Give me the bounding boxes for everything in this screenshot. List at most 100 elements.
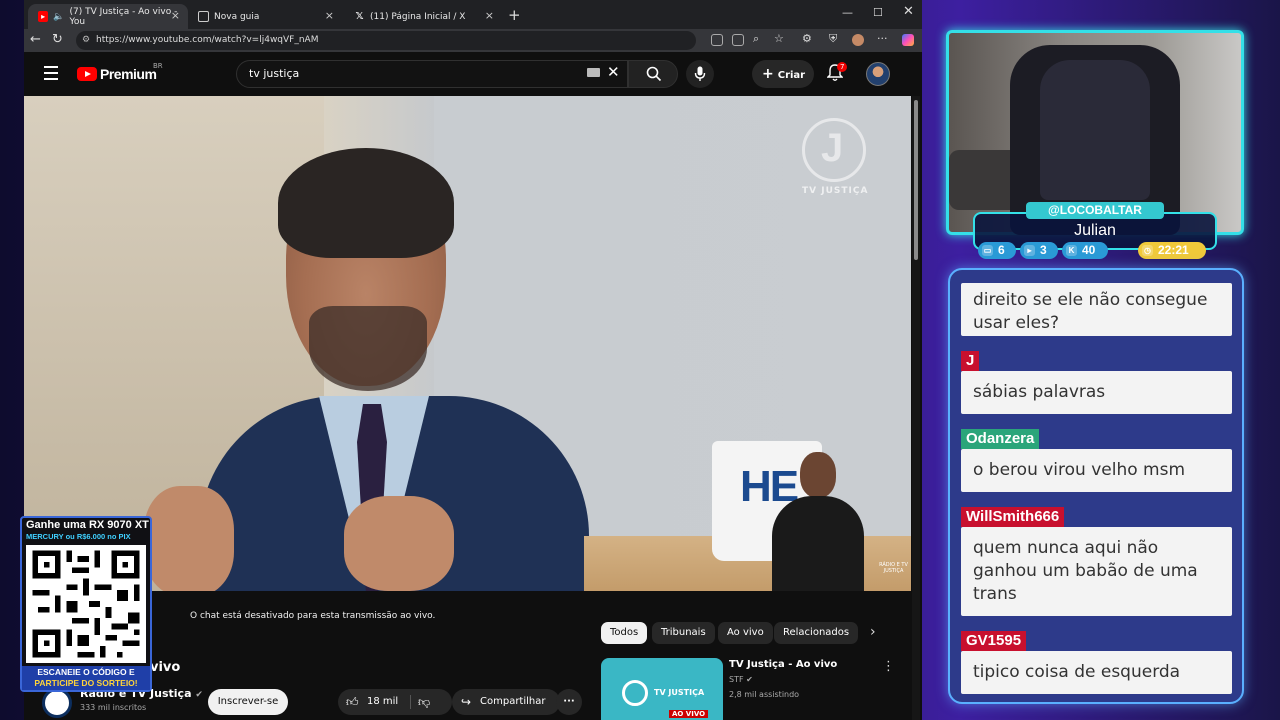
related-video-viewers: 2,8 mil assistindo xyxy=(729,690,800,699)
sign-language-interpreter xyxy=(764,452,868,591)
close-tab-icon[interactable]: × xyxy=(485,9,494,22)
more-menu-icon[interactable]: ··· xyxy=(877,32,888,45)
presenter-beard xyxy=(309,306,427,391)
chat-message-user: GV1595 xyxy=(961,631,1027,651)
tab-title: Nova guia xyxy=(214,11,260,22)
chat-icon: ▭ xyxy=(982,245,993,256)
chip-relacionados[interactable]: Relacionados xyxy=(774,622,859,644)
video-player[interactable]: HE J TV JUSTIÇA RÁDIO E TV JUSTIÇA xyxy=(24,96,911,591)
qr-code xyxy=(26,545,146,663)
chat-message-body: sábias palavras xyxy=(961,371,1232,414)
streamer-handle: @LOCOBALTAR xyxy=(1026,202,1164,219)
chat-message-body: tipico coisa de esquerda xyxy=(961,651,1232,694)
chip-tribunais[interactable]: Tribunais xyxy=(652,622,715,644)
stat-kick: K 40 xyxy=(1062,242,1108,259)
giveaway-cta: ESCANEIE O CÓDIGO E PARTICIPE DO SORTEIO… xyxy=(22,666,150,690)
extension-icon[interactable] xyxy=(711,34,723,46)
minimize-icon[interactable]: — xyxy=(842,6,853,19)
share-button[interactable]: ↪ Compartilhar xyxy=(452,689,560,715)
grid-icon[interactable] xyxy=(732,34,744,46)
search-button[interactable] xyxy=(628,60,678,88)
presenter-right-hand xyxy=(344,496,454,591)
subscribe-button[interactable]: Inscrever-se xyxy=(208,689,288,715)
more-options-icon[interactable]: ⋮ xyxy=(882,659,895,674)
maximize-icon[interactable]: ☐ xyxy=(873,6,883,19)
thumbnail-text: TV JUSTIÇA xyxy=(654,688,705,697)
chip-ao-vivo[interactable]: Ao vivo xyxy=(718,622,773,644)
dislike-button[interactable]: 👎︎ xyxy=(418,689,430,715)
more-actions-button[interactable]: ··· xyxy=(556,689,582,715)
giveaway-cta-line1: ESCANEIE O CÓDIGO E xyxy=(37,667,135,677)
reload-icon[interactable]: ↻ xyxy=(52,32,63,47)
speaker-icon[interactable]: 🔈 xyxy=(53,12,64,22)
youtube-icon: ▸ xyxy=(1024,245,1035,256)
clear-search-icon[interactable]: ✕ xyxy=(607,63,620,81)
streamer-name: Julian xyxy=(1074,222,1116,239)
stat-youtube: ▸ 3 xyxy=(1020,242,1058,259)
chevron-right-icon[interactable]: › xyxy=(870,624,876,640)
like-dislike-group: 👍︎ 18 mil 👎︎ xyxy=(338,689,452,715)
chat-disabled-notice: O chat está desativado para esta transmi… xyxy=(190,611,436,621)
kick-icon: K xyxy=(1066,245,1077,256)
tab-nova-guia[interactable]: Nova guia × xyxy=(188,4,342,29)
tab-tv-justica[interactable]: ▸ 🔈 (7) TV Justiça - Ao vivo - You × xyxy=(28,4,188,29)
divider xyxy=(410,695,411,709)
account-avatar[interactable] xyxy=(866,62,890,86)
profile-avatar-icon[interactable] xyxy=(852,34,864,46)
stat-timer: ◷ 22:21 xyxy=(1138,242,1206,259)
like-button[interactable]: 👍︎ 18 mil xyxy=(338,689,408,715)
close-tab-icon[interactable]: × xyxy=(171,9,180,22)
share-icon: ↪ xyxy=(461,695,472,709)
copilot-icon[interactable] xyxy=(902,34,914,46)
search-icon xyxy=(646,66,662,82)
youtube-play-icon xyxy=(77,67,97,81)
related-video-channel[interactable]: STF ✔ xyxy=(729,675,753,684)
close-window-icon[interactable]: ✕ xyxy=(903,4,914,19)
chat-message-user: J xyxy=(961,351,980,371)
presenter-left-hand xyxy=(144,486,234,591)
related-video-title[interactable]: TV Justiça - Ao vivo xyxy=(729,659,837,670)
tab-x[interactable]: 𝕏 (11) Página Inicial / X × xyxy=(344,4,502,29)
keyboard-icon[interactable] xyxy=(587,68,600,77)
tab-title: (11) Página Inicial / X xyxy=(370,11,466,22)
favorite-star-icon[interactable]: ☆ xyxy=(774,32,784,45)
stat-chat: ▭ 6 xyxy=(978,242,1016,259)
notification-count-badge: 7 xyxy=(837,62,848,72)
verified-icon: ✔ xyxy=(195,690,203,700)
page-scrollbar-thumb[interactable] xyxy=(914,100,918,260)
youtube-logo[interactable]: Premium xyxy=(77,66,157,82)
menu-icon[interactable] xyxy=(44,66,58,84)
extensions-icon[interactable]: ⚙ xyxy=(802,32,812,45)
shield-icon[interactable]: ⛨ xyxy=(829,32,837,46)
browser-window: ▸ 🔈 (7) TV Justiça - Ao vivo - You × Nov… xyxy=(24,0,922,720)
giveaway-headline: Ganhe uma RX 9070 XT xyxy=(26,519,149,531)
small-watermark: RÁDIO E TV JUSTIÇA xyxy=(879,562,908,574)
video-title: vivo xyxy=(150,660,181,675)
x-logo-icon: 𝕏 xyxy=(355,11,364,22)
region-label: BR xyxy=(153,62,163,70)
chat-message-body: o berou virou velho msm xyxy=(961,449,1232,492)
create-button[interactable]: + Criar xyxy=(752,60,814,88)
voice-search-button[interactable] xyxy=(686,60,714,88)
back-icon[interactable]: ← xyxy=(30,32,41,47)
thumbs-up-icon: 👍︎ xyxy=(346,695,359,709)
chat-message-body: direito se ele não consegue usar eles? xyxy=(961,283,1232,336)
close-tab-icon[interactable]: × xyxy=(325,9,334,22)
url-field[interactable]: ⚙ https://www.youtube.com/watch?v=lj4wqV… xyxy=(76,31,696,50)
chat-message-user: WillSmith666 xyxy=(961,507,1065,527)
chip-todos[interactable]: Todos xyxy=(601,622,648,644)
search-input[interactable]: tv justiça xyxy=(236,60,628,88)
page-icon xyxy=(198,11,209,22)
gaming-chair-back xyxy=(1040,60,1150,200)
giveaway-cta-line2: PARTICIPE DO SORTEIO! xyxy=(34,678,138,688)
site-info-icon[interactable]: ⚙ xyxy=(82,31,90,50)
tv-justica-logo-icon xyxy=(622,680,648,706)
zoom-icon[interactable]: ⌕ xyxy=(753,32,759,46)
giveaway-subline: MERCURY ou R$6.000 no PIX xyxy=(26,532,131,541)
address-bar: ← ↻ ⚙ https://www.youtube.com/watch?v=lj… xyxy=(24,29,922,52)
new-tab-button[interactable]: + xyxy=(508,6,521,24)
share-label: Compartilhar xyxy=(480,696,546,707)
youtube-icon: ▸ xyxy=(38,11,49,22)
plus-icon: + xyxy=(762,66,774,82)
channel-avatar[interactable] xyxy=(42,688,72,718)
